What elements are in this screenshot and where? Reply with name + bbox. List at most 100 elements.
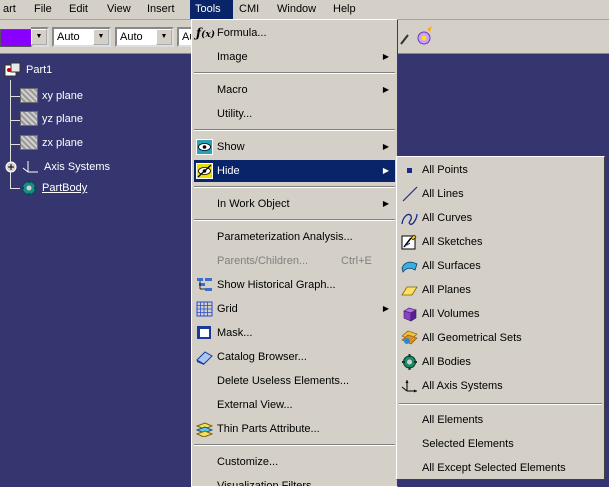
menu-item-grid[interactable]: Grid ▶ <box>194 298 395 320</box>
volume-icon <box>403 307 417 322</box>
tree-label: zx plane <box>42 137 83 149</box>
menu-separator <box>194 72 395 74</box>
tree-label: xy plane <box>42 90 83 102</box>
menu-file[interactable]: File <box>31 0 55 19</box>
expand-plus-icon[interactable] <box>4 160 18 174</box>
body-gear-icon <box>21 180 37 196</box>
menu-item-thin-parts-attribute[interactable]: Thin Parts Attribute... <box>194 418 395 440</box>
menu-help[interactable]: Help <box>330 0 359 19</box>
submenu-arrow-icon: ▶ <box>382 142 389 151</box>
menu-item-label: External View... <box>217 399 293 411</box>
menu-separator <box>194 444 395 446</box>
transparency-dropdown[interactable]: Auto ▼ <box>52 27 111 47</box>
menu-item-mask[interactable]: Mask... <box>194 322 395 344</box>
plane-icon <box>401 286 418 296</box>
menu-item-label: Grid <box>217 303 238 315</box>
color-swatch[interactable] <box>0 29 32 47</box>
menu-item-label: All Planes <box>422 284 471 296</box>
menu-item-all-surfaces[interactable]: All Surfaces <box>399 255 602 277</box>
menu-bar: art File Edit View Insert Tools CMI Wind… <box>0 0 609 20</box>
menu-edit[interactable]: Edit <box>66 0 91 19</box>
specification-tree: Part1 xy plane yz plane zx plane Axis Sy… <box>0 54 190 487</box>
menu-item-all-lines[interactable]: All Lines <box>399 183 602 205</box>
paint-brush-icon[interactable] <box>398 26 438 48</box>
menu-edit-label: Edit <box>69 3 88 15</box>
menu-window[interactable]: Window <box>274 0 319 19</box>
menu-start[interactable]: art <box>0 0 19 19</box>
menu-item-all-sketches[interactable]: All Sketches <box>399 231 602 253</box>
menu-item-label: Formula... <box>217 27 267 39</box>
menu-item-image[interactable]: Image ▶ <box>194 46 395 68</box>
catalog-icon <box>196 351 213 365</box>
menu-item-all-axis-systems[interactable]: All Axis Systems <box>399 375 602 397</box>
submenu-arrow-icon: ▶ <box>382 304 389 313</box>
menu-item-parents-children: Parents/Children... Ctrl+E <box>194 250 395 272</box>
menu-item-label: All Sketches <box>422 236 483 248</box>
menu-item-all-geometrical-sets[interactable]: All Geometrical Sets <box>399 327 602 349</box>
line-icon <box>402 186 418 202</box>
surface-icon <box>401 261 418 273</box>
menu-item-formula[interactable]: ƒ(x) Formula... <box>194 22 395 44</box>
menu-item-label: In Work Object <box>217 198 290 210</box>
tree-label: Axis Systems <box>44 161 111 173</box>
menu-file-label: File <box>34 3 52 15</box>
menu-separator <box>194 129 395 131</box>
menu-item-label: All Axis Systems <box>422 380 503 392</box>
menu-item-label: All Geometrical Sets <box>422 332 522 344</box>
menu-item-catalog-browser[interactable]: Catalog Browser... <box>194 346 395 368</box>
menu-item-in-work-object[interactable]: In Work Object ▶ <box>194 193 395 215</box>
menu-item-label: Visualization Filters... <box>217 480 321 487</box>
axis-system-icon <box>401 380 417 393</box>
menu-item-delete-useless-elements[interactable]: Delete Useless Elements... <box>194 370 395 392</box>
menu-item-label: All Volumes <box>422 308 480 320</box>
menu-cmi[interactable]: CMI <box>236 0 262 19</box>
hide-submenu: All Points All Lines All Curves All Sket… <box>396 156 605 480</box>
menu-start-label: art <box>3 3 16 15</box>
mask-icon <box>197 326 211 339</box>
menu-item-all-planes[interactable]: All Planes <box>399 279 602 301</box>
body-icon <box>402 354 417 370</box>
menu-item-label: Hide <box>217 165 240 177</box>
curve-icon <box>401 213 418 225</box>
menu-item-all-except-selected-elements[interactable]: All Except Selected Elements <box>399 457 602 479</box>
menu-item-macro[interactable]: Macro ▶ <box>194 79 395 101</box>
menu-item-visualization-filters[interactable]: Visualization Filters... <box>194 475 395 487</box>
menu-item-all-points[interactable]: All Points <box>399 159 602 181</box>
menu-item-hide[interactable]: Hide ▶ <box>194 160 395 182</box>
menu-item-show-historical-graph[interactable]: Show Historical Graph... <box>194 274 395 296</box>
menu-item-label: Thin Parts Attribute... <box>217 423 320 435</box>
menu-item-external-view[interactable]: External View... <box>194 394 395 416</box>
menu-item-all-bodies[interactable]: All Bodies <box>399 351 602 373</box>
tree-branch-line <box>10 144 20 145</box>
menu-insert-label: Insert <box>147 3 175 15</box>
point-icon <box>407 168 412 173</box>
submenu-arrow-icon: ▶ <box>382 85 389 94</box>
menu-item-all-volumes[interactable]: All Volumes <box>399 303 602 325</box>
menu-item-parameterization-analysis[interactable]: Parameterization Analysis... <box>194 226 395 248</box>
menu-item-label: Delete Useless Elements... <box>217 375 350 387</box>
menu-view[interactable]: View <box>104 0 134 19</box>
color-dropdown[interactable]: ▼ <box>31 27 49 47</box>
menu-item-all-elements[interactable]: All Elements <box>399 409 602 431</box>
line-thickness-value: Auto <box>120 31 143 43</box>
menu-item-label: All Except Selected Elements <box>422 462 566 474</box>
menu-item-selected-elements[interactable]: Selected Elements <box>399 433 602 455</box>
menu-item-label: Selected Elements <box>422 438 514 450</box>
line-thickness-dropdown[interactable]: Auto ▼ <box>115 27 174 47</box>
menu-item-customize[interactable]: Customize... <box>194 451 395 473</box>
menu-item-show[interactable]: Show ▶ <box>194 136 395 158</box>
menu-item-label: All Surfaces <box>422 260 481 272</box>
menu-separator <box>194 186 395 188</box>
menu-item-utility[interactable]: Utility... <box>194 103 395 125</box>
axis-system-icon <box>22 161 38 173</box>
menu-item-label: All Lines <box>422 188 464 200</box>
menu-tools-label: Tools <box>195 3 221 15</box>
submenu-arrow-icon: ▶ <box>382 166 389 175</box>
tree-branch-line <box>10 120 20 121</box>
menu-tools[interactable]: Tools <box>190 0 233 19</box>
menu-item-all-curves[interactable]: All Curves <box>399 207 602 229</box>
menu-item-label: Image <box>217 51 248 63</box>
transparency-value: Auto <box>57 31 80 43</box>
thin-parts-icon <box>196 422 213 437</box>
menu-insert[interactable]: Insert <box>144 0 178 19</box>
